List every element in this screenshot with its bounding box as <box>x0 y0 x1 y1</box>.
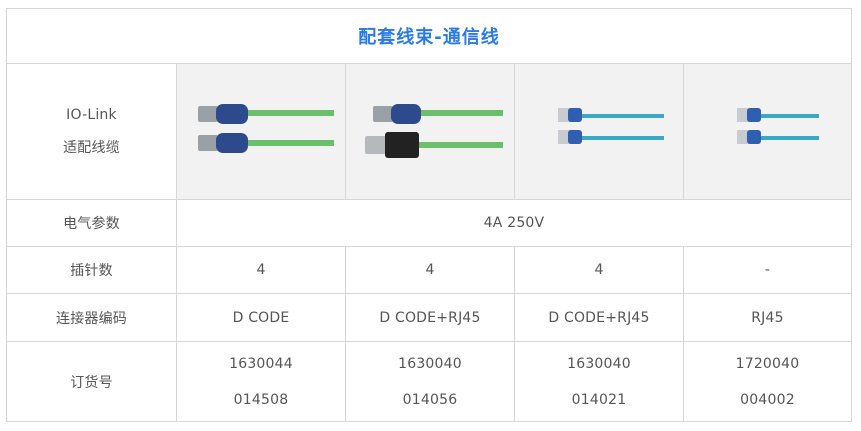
order-number-line2: 004002 <box>740 391 795 408</box>
connector-label: 连接器编码 <box>56 310 127 327</box>
connector-value-2: D CODE+RJ45 <box>345 294 514 341</box>
connector-value-4: RJ45 <box>683 294 851 341</box>
pins-label: 插针数 <box>70 263 113 279</box>
order-label: 订货号 <box>70 374 113 391</box>
pins-row: 插针数 4 4 4 - <box>7 246 851 293</box>
m12-rj45-cable-image <box>365 103 503 158</box>
order-number-line1: 1630044 <box>229 355 293 372</box>
order-value-2: 1630040 014056 <box>345 342 514 421</box>
cable-label-line2: 适配线缆 <box>63 139 120 156</box>
m12-m12-cable-image <box>198 103 334 153</box>
order-number-line1: 1630040 <box>567 355 631 372</box>
order-number-line2: 014021 <box>571 391 627 408</box>
pins-value-2: 4 <box>345 247 514 293</box>
pins-value-1: 4 <box>176 247 345 293</box>
product-image-2 <box>345 64 514 199</box>
cable-label: IO-Link 适配线缆 <box>7 64 176 199</box>
order-number-line2: 014508 <box>233 391 289 408</box>
cable-label-line1: IO-Link <box>66 106 117 123</box>
electrical-row: 电气参数 4A 250V <box>7 199 851 246</box>
order-value-3: 1630040 014021 <box>514 342 683 421</box>
spec-table: 配套线束-通信线 IO-Link 适配线缆 电气参数 4A 250V 插针数 4… <box>6 8 852 422</box>
rj45-rj45-cable-image <box>558 107 664 144</box>
order-number-line2: 014056 <box>402 391 458 408</box>
order-row: 订货号 1630044 014508 1630040 014056 163004… <box>7 341 851 421</box>
product-image-4 <box>683 64 851 199</box>
electrical-label: 电气参数 <box>63 216 120 232</box>
table-title: 配套线束-通信线 <box>358 27 500 48</box>
connector-row: 连接器编码 D CODE D CODE+RJ45 D CODE+RJ45 RJ4… <box>7 293 851 341</box>
order-number-line1: 1720040 <box>735 355 800 372</box>
cable-row: IO-Link 适配线缆 <box>7 63 851 199</box>
product-image-3 <box>514 64 683 199</box>
pins-value-4: - <box>683 247 851 293</box>
pins-value-3: 4 <box>514 247 683 293</box>
rj45-rj45-short-cable-image <box>736 107 819 144</box>
product-image-1 <box>176 64 345 199</box>
electrical-value: 4A 250V <box>176 200 851 246</box>
connector-value-3: D CODE+RJ45 <box>514 294 683 341</box>
order-value-1: 1630044 014508 <box>176 342 345 421</box>
connector-value-1: D CODE <box>176 294 345 341</box>
order-number-line1: 1630040 <box>398 355 462 372</box>
order-value-4: 1720040 004002 <box>683 342 851 421</box>
